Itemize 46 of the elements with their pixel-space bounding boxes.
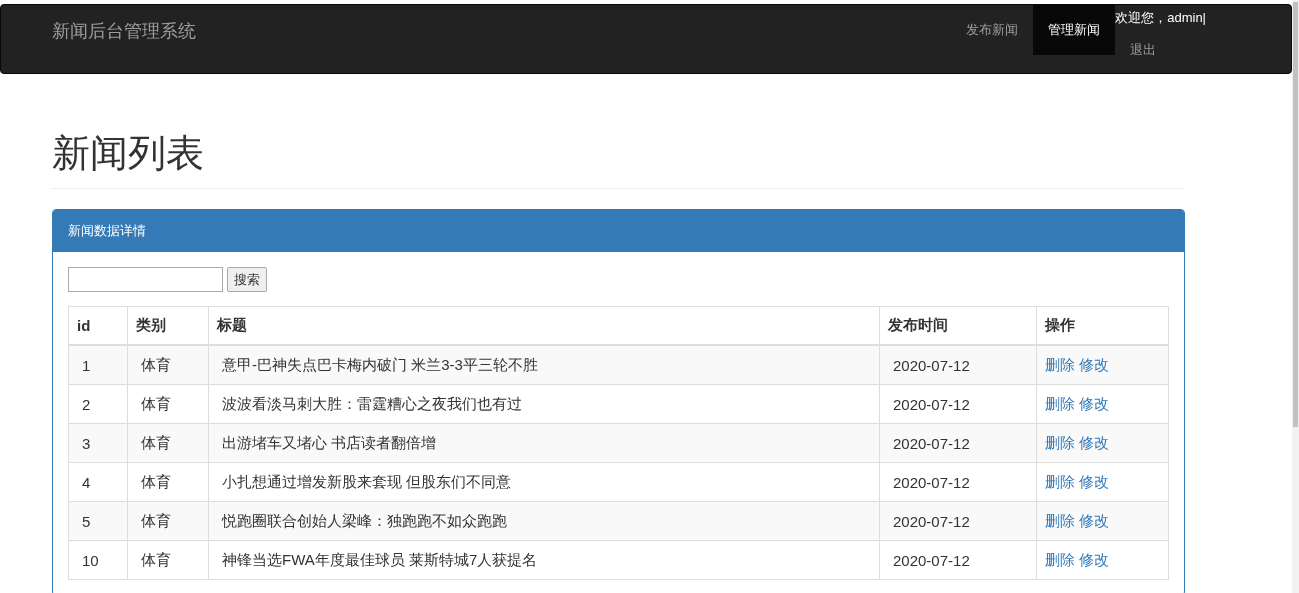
table-cell: 2020-07-12: [879, 540, 1037, 580]
nav-link[interactable]: 管理新闻: [1033, 5, 1116, 55]
action-link[interactable]: 修改: [1079, 394, 1110, 412]
table-cell: 1: [68, 345, 128, 385]
table-cell: 4: [68, 462, 128, 502]
table-cell: 2020-07-12: [879, 501, 1037, 541]
table-cell: 2: [68, 384, 128, 424]
table-cell: 神锋当选FWA年度最佳球员 莱斯特城7人获提名: [208, 540, 880, 580]
action-link[interactable]: 删除: [1045, 355, 1075, 373]
search-button[interactable]: 搜索: [227, 267, 267, 292]
action-link[interactable]: 删除: [1045, 511, 1075, 529]
action-link[interactable]: 修改: [1079, 550, 1110, 568]
table-cell: 悦跑圈联合创始人梁峰：独跑跑不如众跑跑: [208, 501, 880, 541]
table-cell: 3: [68, 423, 128, 463]
search-field[interactable]: [68, 267, 223, 292]
table-cell: 出游堵车又堵心 书店读者翻倍增: [208, 423, 880, 463]
action-link[interactable]: 删除: [1045, 394, 1075, 412]
action-link[interactable]: 删除: [1045, 433, 1075, 451]
logout-link[interactable]: 退出: [1130, 41, 1206, 59]
panel-header: 新闻数据详情: [53, 210, 1184, 252]
table-cell: 体育: [127, 384, 209, 424]
action-link[interactable]: 修改: [1079, 355, 1110, 373]
welcome-text: 欢迎您，admin|: [1115, 9, 1206, 27]
table-cell: 体育: [127, 462, 209, 502]
table-cell: 体育: [127, 540, 209, 580]
action-link[interactable]: 删除: [1045, 550, 1075, 568]
table-cell: 小扎想通过增发新股来套现 但股东们不同意: [208, 462, 880, 502]
table-cell: 2020-07-12: [879, 462, 1037, 502]
brand-title[interactable]: 新闻后台管理系统: [52, 19, 196, 43]
table-cell: 2020-07-12: [879, 384, 1037, 424]
action-link[interactable]: 修改: [1079, 511, 1110, 529]
action-link[interactable]: 修改: [1079, 472, 1110, 490]
table-cell: 体育: [127, 345, 209, 385]
nav-link[interactable]: 发布新闻: [951, 5, 1034, 55]
table-cell: 2020-07-12: [879, 423, 1037, 463]
table-cell: 5: [68, 501, 128, 541]
table-cell: 体育: [127, 423, 209, 463]
table-cell: 2020-07-12: [879, 345, 1037, 385]
action-link[interactable]: 删除: [1045, 472, 1075, 490]
table-cell: 10: [68, 540, 128, 580]
table-cell: 波波看淡马刺大胜：雷霆糟心之夜我们也有过: [208, 384, 880, 424]
page-title: 新闻列表: [52, 130, 1185, 189]
action-link[interactable]: 修改: [1079, 433, 1110, 451]
table-cell: 意甲-巴神失点巴卡梅内破门 米兰3-3平三轮不胜: [208, 345, 880, 385]
table-cell: 体育: [127, 501, 209, 541]
scrollbar[interactable]: [1292, 0, 1299, 593]
